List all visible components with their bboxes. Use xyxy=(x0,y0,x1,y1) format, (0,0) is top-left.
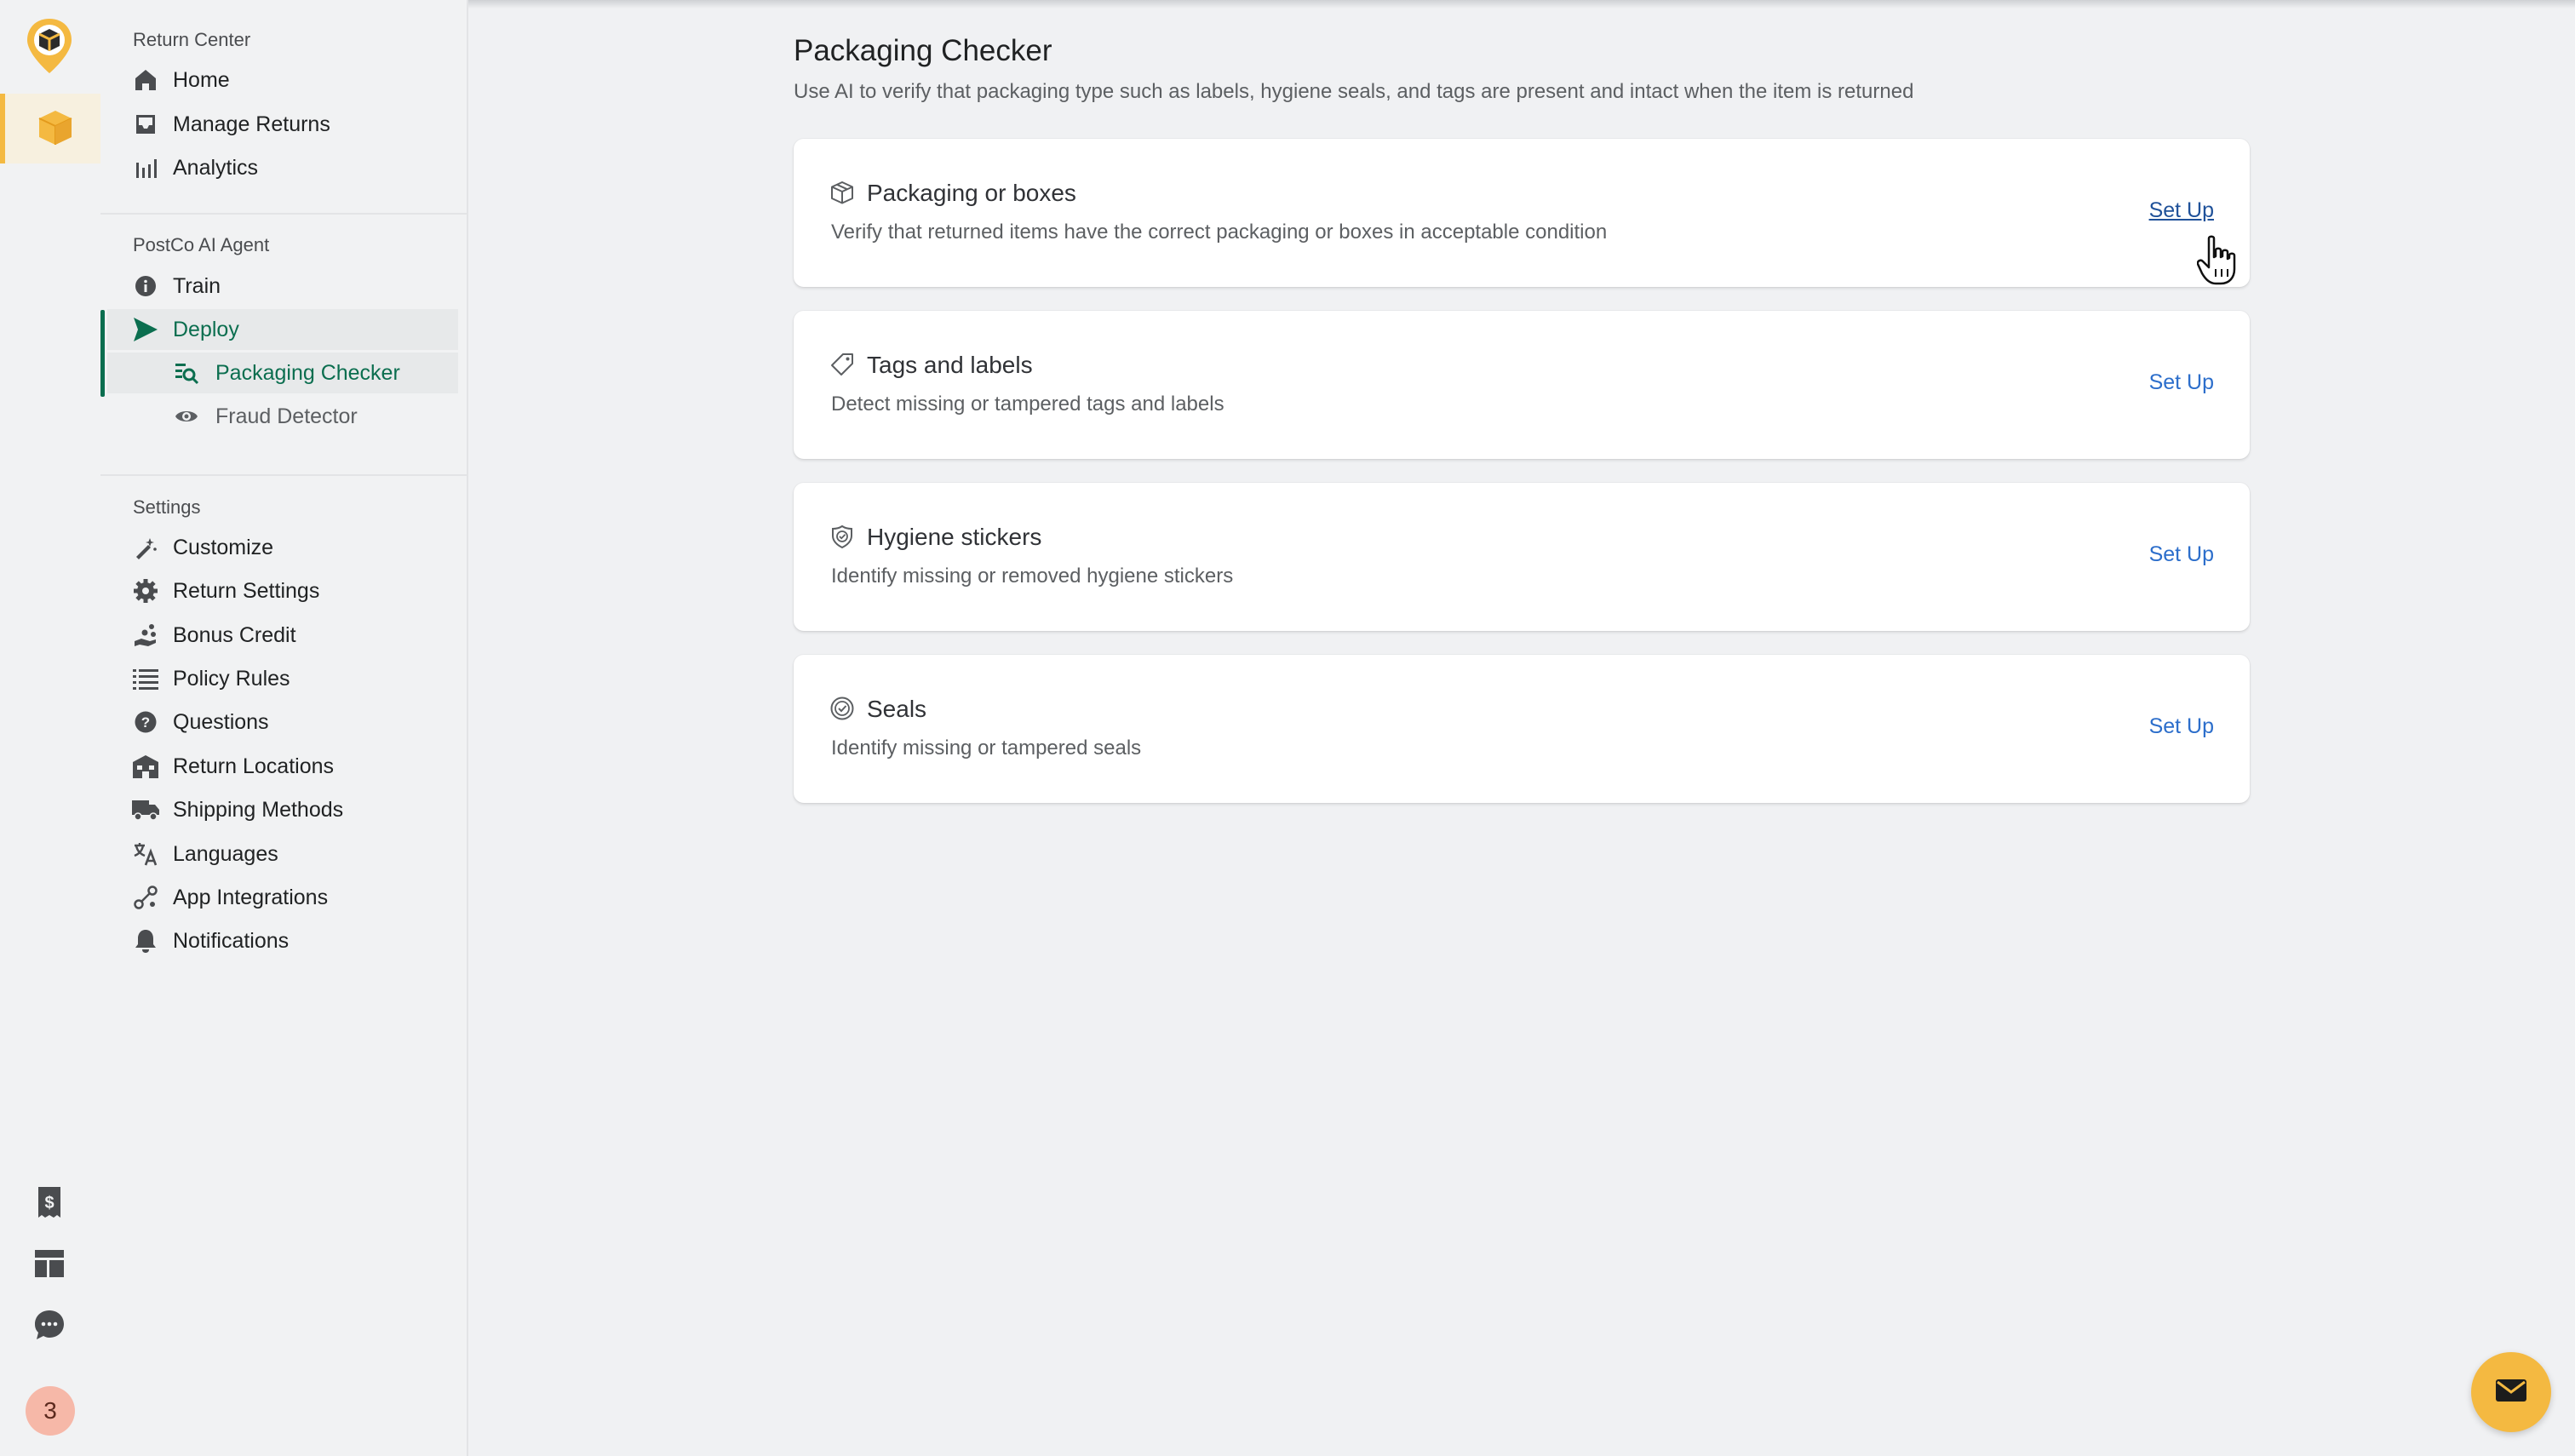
box-icon[interactable] xyxy=(0,94,100,163)
info-icon xyxy=(131,272,160,301)
search-list-icon xyxy=(172,358,201,387)
setup-button-hygiene[interactable]: Set Up xyxy=(2149,542,2214,567)
sidebar-item-label: Shipping Methods xyxy=(173,797,344,822)
card-description: Identify missing or tampered seals xyxy=(831,737,1142,760)
setup-button-packaging[interactable]: Set Up xyxy=(2149,198,2214,223)
sidebar-item-bonus-credit[interactable]: Bonus Credit xyxy=(100,615,458,656)
card-description: Detect missing or tampered tags and labe… xyxy=(831,393,1224,416)
sidebar-item-label: Train xyxy=(173,273,221,298)
sidebar-item-label: Fraud Detector xyxy=(215,404,358,428)
sidebar-item-return-settings[interactable]: Return Settings xyxy=(100,570,458,611)
truck-icon xyxy=(131,795,160,824)
section-title-return-center: Return Center xyxy=(133,29,251,50)
tag-icon xyxy=(829,352,855,377)
sidebar-item-label: Home xyxy=(173,67,230,92)
sidebar-item-label: Analytics xyxy=(173,155,259,180)
gear-icon xyxy=(131,576,160,605)
section-title-ai-agent: PostCo AI Agent xyxy=(133,234,270,255)
list-icon xyxy=(131,664,160,693)
card-title: Seals xyxy=(867,696,927,722)
sidebar-item-home[interactable]: Home xyxy=(100,60,458,100)
svg-text:?: ? xyxy=(141,714,150,731)
active-indicator xyxy=(100,310,105,397)
package-icon xyxy=(829,180,855,205)
sidebar-item-manage-returns[interactable]: Manage Returns xyxy=(100,104,458,145)
sidebar-divider xyxy=(100,213,468,215)
mail-icon xyxy=(2494,1377,2528,1408)
sidebar-item-label: Manage Returns xyxy=(173,112,330,136)
app-window: $ 3 Return Center Home Manage Returns An… xyxy=(0,0,2575,1456)
sidebar-item-app-integrations[interactable]: App Integrations xyxy=(100,877,458,918)
send-icon xyxy=(131,315,160,344)
seal-check-icon xyxy=(829,696,855,721)
svg-text:$: $ xyxy=(44,1194,54,1212)
page-title: Packaging Checker xyxy=(794,34,1052,67)
sidebar-item-fraud-detector[interactable]: Fraud Detector xyxy=(100,396,458,437)
bar-chart-icon xyxy=(131,153,160,182)
section-title-settings: Settings xyxy=(133,496,201,518)
postco-logo-icon[interactable] xyxy=(24,17,75,78)
card-title: Hygiene stickers xyxy=(867,524,1042,550)
card-description: Verify that returned items have the corr… xyxy=(831,221,1608,244)
shield-check-icon xyxy=(829,524,855,549)
chat-icon[interactable] xyxy=(32,1308,66,1342)
sidebar-divider xyxy=(100,474,468,476)
card-description: Identify missing or removed hygiene stic… xyxy=(831,565,1234,588)
sidebar-item-return-locations[interactable]: Return Locations xyxy=(100,746,458,787)
sidebar: Return Center Home Manage Returns Analyt… xyxy=(100,0,468,1456)
magic-wand-icon xyxy=(131,533,160,562)
card-title: Tags and labels xyxy=(867,352,1033,378)
sidebar-item-customize[interactable]: Customize xyxy=(100,527,458,568)
sidebar-item-analytics[interactable]: Analytics xyxy=(100,147,458,188)
sidebar-item-label: App Integrations xyxy=(173,885,329,909)
card-hygiene-stickers: Hygiene stickers Identify missing or rem… xyxy=(794,483,2250,631)
icon-rail: $ 3 xyxy=(0,0,100,1456)
home-icon xyxy=(131,66,160,95)
sidebar-item-label: Questions xyxy=(173,709,269,734)
sidebar-item-label: Policy Rules xyxy=(173,666,290,691)
sidebar-item-label: Deploy xyxy=(173,317,239,341)
bell-icon xyxy=(131,926,160,955)
translate-icon xyxy=(131,840,160,868)
sidebar-item-notifications[interactable]: Notifications xyxy=(100,920,458,961)
card-packaging-or-boxes: Packaging or boxes Verify that returned … xyxy=(794,139,2250,287)
inbox-icon xyxy=(131,110,160,139)
sidebar-item-train[interactable]: Train xyxy=(100,266,458,307)
receipt-dollar-icon[interactable]: $ xyxy=(32,1185,66,1219)
card-title: Packaging or boxes xyxy=(867,180,1076,206)
coins-icon xyxy=(131,621,160,650)
setup-button-tags[interactable]: Set Up xyxy=(2149,370,2214,395)
sidebar-item-label: Return Locations xyxy=(173,754,335,778)
sidebar-item-label: Notifications xyxy=(173,928,290,953)
eye-icon xyxy=(172,402,201,431)
sidebar-item-questions[interactable]: ? Questions xyxy=(100,702,458,742)
building-icon xyxy=(131,752,160,781)
sidebar-item-packaging-checker[interactable]: Packaging Checker xyxy=(107,353,458,393)
sidebar-item-deploy[interactable]: Deploy xyxy=(107,309,458,350)
sidebar-item-label: Customize xyxy=(173,535,274,559)
sidebar-item-label: Packaging Checker xyxy=(215,360,400,385)
sidebar-item-policy-rules[interactable]: Policy Rules xyxy=(100,658,458,699)
sidebar-item-label: Languages xyxy=(173,841,278,866)
card-seals: Seals Identify missing or tampered seals… xyxy=(794,655,2250,803)
sidebar-item-label: Bonus Credit xyxy=(173,622,296,647)
sidebar-item-languages[interactable]: Languages xyxy=(100,834,458,874)
hand-cursor-icon xyxy=(2196,235,2238,286)
mail-button[interactable] xyxy=(2471,1352,2551,1432)
sidebar-item-shipping-methods[interactable]: Shipping Methods xyxy=(100,789,458,830)
page-subtitle: Use AI to verify that packaging type suc… xyxy=(794,80,1914,103)
notification-count-badge[interactable]: 3 xyxy=(26,1386,75,1436)
setup-button-seals[interactable]: Set Up xyxy=(2149,714,2214,739)
sidebar-item-label: Return Settings xyxy=(173,578,320,603)
integration-icon xyxy=(131,883,160,912)
question-icon: ? xyxy=(131,708,160,737)
card-tags-and-labels: Tags and labels Detect missing or tamper… xyxy=(794,311,2250,459)
layout-icon[interactable] xyxy=(32,1247,66,1281)
